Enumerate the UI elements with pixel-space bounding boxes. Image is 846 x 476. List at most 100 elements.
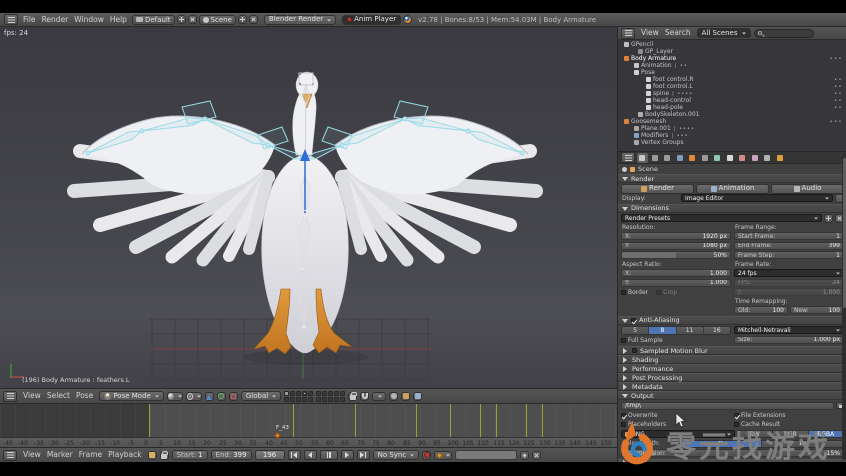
editor-type-button[interactable] [3,391,17,402]
pause-button[interactable] [320,450,338,460]
start-frame-field[interactable]: Start: 1 [172,450,208,460]
outliner-item[interactable]: Vertex Groups [618,139,846,146]
layer-cell[interactable] [340,397,345,402]
keying-set-dropdown[interactable] [434,451,452,460]
crop-checkbox[interactable] [656,290,661,295]
outliner-restrict-icons[interactable]: •• [834,84,846,90]
render-engine-dropdown[interactable]: Blender Render [264,15,336,25]
outliner-restrict-icons[interactable]: ••• [830,56,846,62]
properties-tab[interactable] [637,153,648,163]
layer-cell[interactable] [290,397,295,402]
menu-item[interactable]: Search [662,27,694,39]
menu-item[interactable]: Help [107,14,130,26]
properties-tab[interactable] [699,153,710,163]
border-checkbox[interactable] [621,290,626,295]
delete-scene-button[interactable] [249,15,258,24]
menu-item[interactable]: File [20,14,39,26]
screen-layout-selector[interactable]: Default [132,15,175,25]
fps-base-field[interactable]: /: 1.000 [734,288,844,296]
menu-item[interactable]: Marker [44,449,76,461]
layer-cell[interactable] [302,397,307,402]
preview-range-button[interactable] [148,451,157,460]
manipulator-scale-button[interactable] [229,392,238,401]
outliner-item[interactable]: foot control.R •• [618,76,846,83]
resolution-y-field[interactable]: Y: 1080 px [621,242,731,250]
remap-new-field[interactable]: New: 100 [790,306,844,314]
add-preset-button[interactable] [824,214,833,223]
properties-tab[interactable] [724,153,735,163]
outliner-search-input[interactable] [754,29,814,38]
timeline-ruler[interactable]: -45-40-35-30-25-20-15-10-505101520253035… [0,437,617,447]
aa-samples-11[interactable]: 11 [677,327,704,334]
jump-to-end-button[interactable] [357,450,370,460]
outliner-item[interactable]: Body Armature ••• [618,55,846,62]
auto-keyframe-button[interactable] [422,451,431,460]
layer-cell[interactable] [322,391,327,396]
layer-cell[interactable] [340,391,345,396]
outliner-restrict-icons[interactable]: •• [834,77,846,83]
menu-item[interactable]: View [638,27,662,39]
outliner-item[interactable]: spine | •••• •• [618,90,846,97]
layer-cell[interactable] [316,397,321,402]
viewport-shading-dropdown[interactable] [167,392,183,401]
anim-player-toggle[interactable]: Anim Player [342,15,401,25]
layer-cell[interactable] [308,391,313,396]
snap-toggle-button[interactable] [360,392,369,401]
outliner-restrict-icons[interactable]: •• [834,98,846,104]
properties-scrollbar[interactable] [842,154,846,460]
dimensions-panel-header[interactable]: Dimensions [618,204,846,213]
display-dropdown[interactable]: Image Editor [681,194,833,202]
properties-tab[interactable] [662,153,673,163]
menu-item[interactable]: Frame [76,449,105,461]
anti-aliasing-panel-header[interactable]: Anti-Aliasing [618,316,846,325]
render-opengl-image-button[interactable] [401,392,410,401]
fps-preset-dropdown[interactable]: 24 fps [734,269,844,277]
delete-keyframe-button[interactable] [532,451,541,460]
render-animation-button[interactable]: Animation [696,184,769,194]
add-layout-button[interactable] [177,15,186,24]
next-keyframe-button[interactable] [341,450,354,460]
delete-layout-button[interactable] [188,15,197,24]
pivot-point-dropdown[interactable] [186,392,202,401]
layer-cell[interactable] [334,397,339,402]
editor-type-button[interactable] [3,450,17,461]
fps-field[interactable]: FPS: 24 [734,279,844,287]
end-frame-field[interactable]: End Frame: 399 [734,242,844,250]
layer-cell[interactable] [296,397,301,402]
previous-keyframe-button[interactable] [304,450,317,460]
render-audio-button[interactable]: Audio [771,184,844,194]
layer-cell[interactable] [328,397,333,402]
aa-filter-dropdown[interactable]: Mitchell-Netravali [734,326,844,334]
properties-tab[interactable] [674,153,685,163]
remap-old-field[interactable]: Old: 100 [734,306,788,314]
outliner-item[interactable]: Pose [618,69,846,76]
aspect-y-field[interactable]: Y: 1.000 [621,279,731,287]
resolution-percent-slider[interactable]: 50% [621,251,731,259]
lock-to-scene-button[interactable] [348,392,357,401]
outliner-item[interactable]: GP_Layer [618,48,846,55]
layer-cell[interactable] [296,391,301,396]
menu-item[interactable]: Window [71,14,107,26]
aa-samples-16[interactable]: 16 [704,327,730,334]
collapsed-panel-header[interactable]: Sampled Motion Blur [618,346,846,355]
menu-item[interactable]: View [20,390,44,402]
collapsed-panel-header[interactable]: Post Processing [618,373,846,382]
aspect-x-field[interactable]: X: 1.000 [621,269,731,277]
lock-time-button[interactable] [160,451,169,460]
layer-cell[interactable] [284,391,289,396]
layer-cell[interactable] [290,391,295,396]
layer-cell[interactable] [316,391,321,396]
properties-tab[interactable] [749,153,760,163]
full-sample-checkbox[interactable] [621,338,626,343]
insert-keyframe-button[interactable] [520,451,529,460]
aa-samples-5[interactable]: 5 [622,327,649,334]
anti-aliasing-checkbox[interactable] [631,318,636,323]
proportional-edit-button[interactable] [389,392,398,401]
outliner-item[interactable]: foot control.L •• [618,83,846,90]
collapsed-panel-header[interactable]: Performance [618,364,846,373]
active-keying-set-field[interactable] [455,450,517,460]
layer-cell[interactable] [302,391,307,396]
layer-cell[interactable] [284,397,289,402]
panel-checkbox[interactable] [632,348,637,353]
file-extensions-checkbox[interactable] [734,413,739,418]
